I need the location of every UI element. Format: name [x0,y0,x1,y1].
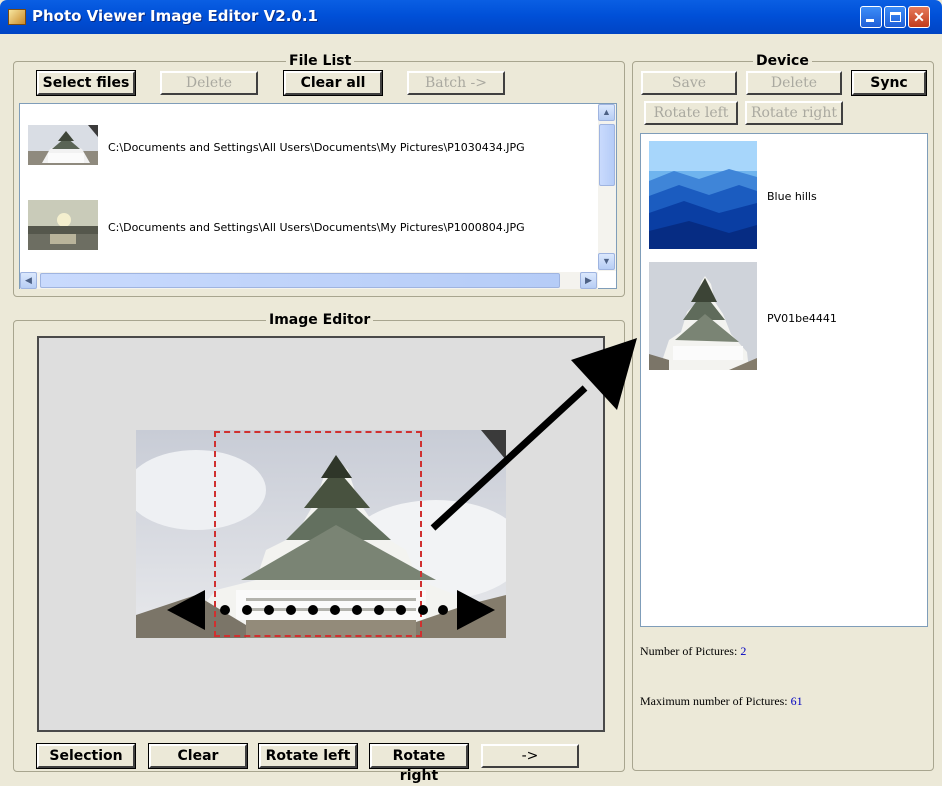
max-picture-count-label: Maximum number of Pictures: [640,694,788,708]
scroll-down-button[interactable]: ▼ [598,253,615,270]
hscroll-thumb[interactable] [40,273,560,288]
app-icon [8,9,26,25]
picture-count-value: 2 [740,644,747,658]
scroll-left-button[interactable]: ◀ [20,272,37,289]
file-path-1[interactable]: C:\Documents and Settings\All Users\Docu… [108,141,525,154]
file-delete-button[interactable]: Delete [160,71,258,95]
minimize-button[interactable] [860,6,882,28]
max-picture-count: Maximum number of Pictures: 61 [640,694,803,709]
file-thumbnail-castle [28,125,98,165]
picture-count-label: Number of Pictures: [640,644,738,658]
send-to-device-button[interactable]: -> [481,744,579,768]
device-rotate-right-button[interactable]: Rotate right [745,101,843,125]
maximize-icon [890,12,901,22]
max-picture-count-value: 61 [790,694,803,708]
close-icon: ✕ [913,9,925,25]
clear-button[interactable]: Clear [148,743,248,769]
device-label: Device [753,53,812,69]
title-bar: Photo Viewer Image Editor V2.0.1 ✕ [0,0,942,34]
editor-rotate-left-button[interactable]: Rotate left [258,743,358,769]
device-thumbnail-blue-hills[interactable] [649,141,757,249]
file-listbox[interactable]: C:\Documents and Settings\All Users\Docu… [19,103,617,289]
vscroll-thumb[interactable] [599,124,615,186]
file-list-hscrollbar[interactable]: ◀ ▶ [20,272,598,289]
editor-rotate-right-button[interactable]: Rotate right [369,743,469,784]
device-picture-list[interactable]: Blue hills PV01be4441 [640,133,928,627]
picture-count: Number of Pictures: 2 [640,644,746,659]
device-picture-name-2[interactable]: PV01be4441 [767,312,837,325]
device-thumbnail-castle[interactable] [649,262,757,370]
device-picture-name-1[interactable]: Blue hills [767,190,817,203]
close-button[interactable]: ✕ [908,6,930,28]
window-title: Photo Viewer Image Editor V2.0.1 [32,7,318,25]
image-editor-label: Image Editor [266,312,374,328]
device-rotate-left-button[interactable]: Rotate left [644,101,738,125]
clear-all-button[interactable]: Clear all [283,70,383,96]
file-list-vscrollbar[interactable]: ▲ ▼ [598,104,616,271]
file-path-2[interactable]: C:\Documents and Settings\All Users\Docu… [108,221,525,234]
file-thumbnail-sunset [28,200,98,250]
file-list-label: File List [286,53,355,69]
select-files-button[interactable]: Select files [36,70,136,96]
selection-button[interactable]: Selection [36,743,136,769]
device-save-button[interactable]: Save [641,71,737,95]
maximize-button[interactable] [884,6,906,28]
scroll-right-button[interactable]: ▶ [580,272,597,289]
batch-button[interactable]: Batch -> [407,71,505,95]
sync-button[interactable]: Sync [851,70,927,96]
transfer-arrow-icon [430,338,637,531]
horizontal-drag-arrow-icon [167,590,495,630]
scroll-up-button[interactable]: ▲ [598,104,615,121]
minimize-icon [866,19,874,22]
device-delete-button[interactable]: Delete [746,71,842,95]
